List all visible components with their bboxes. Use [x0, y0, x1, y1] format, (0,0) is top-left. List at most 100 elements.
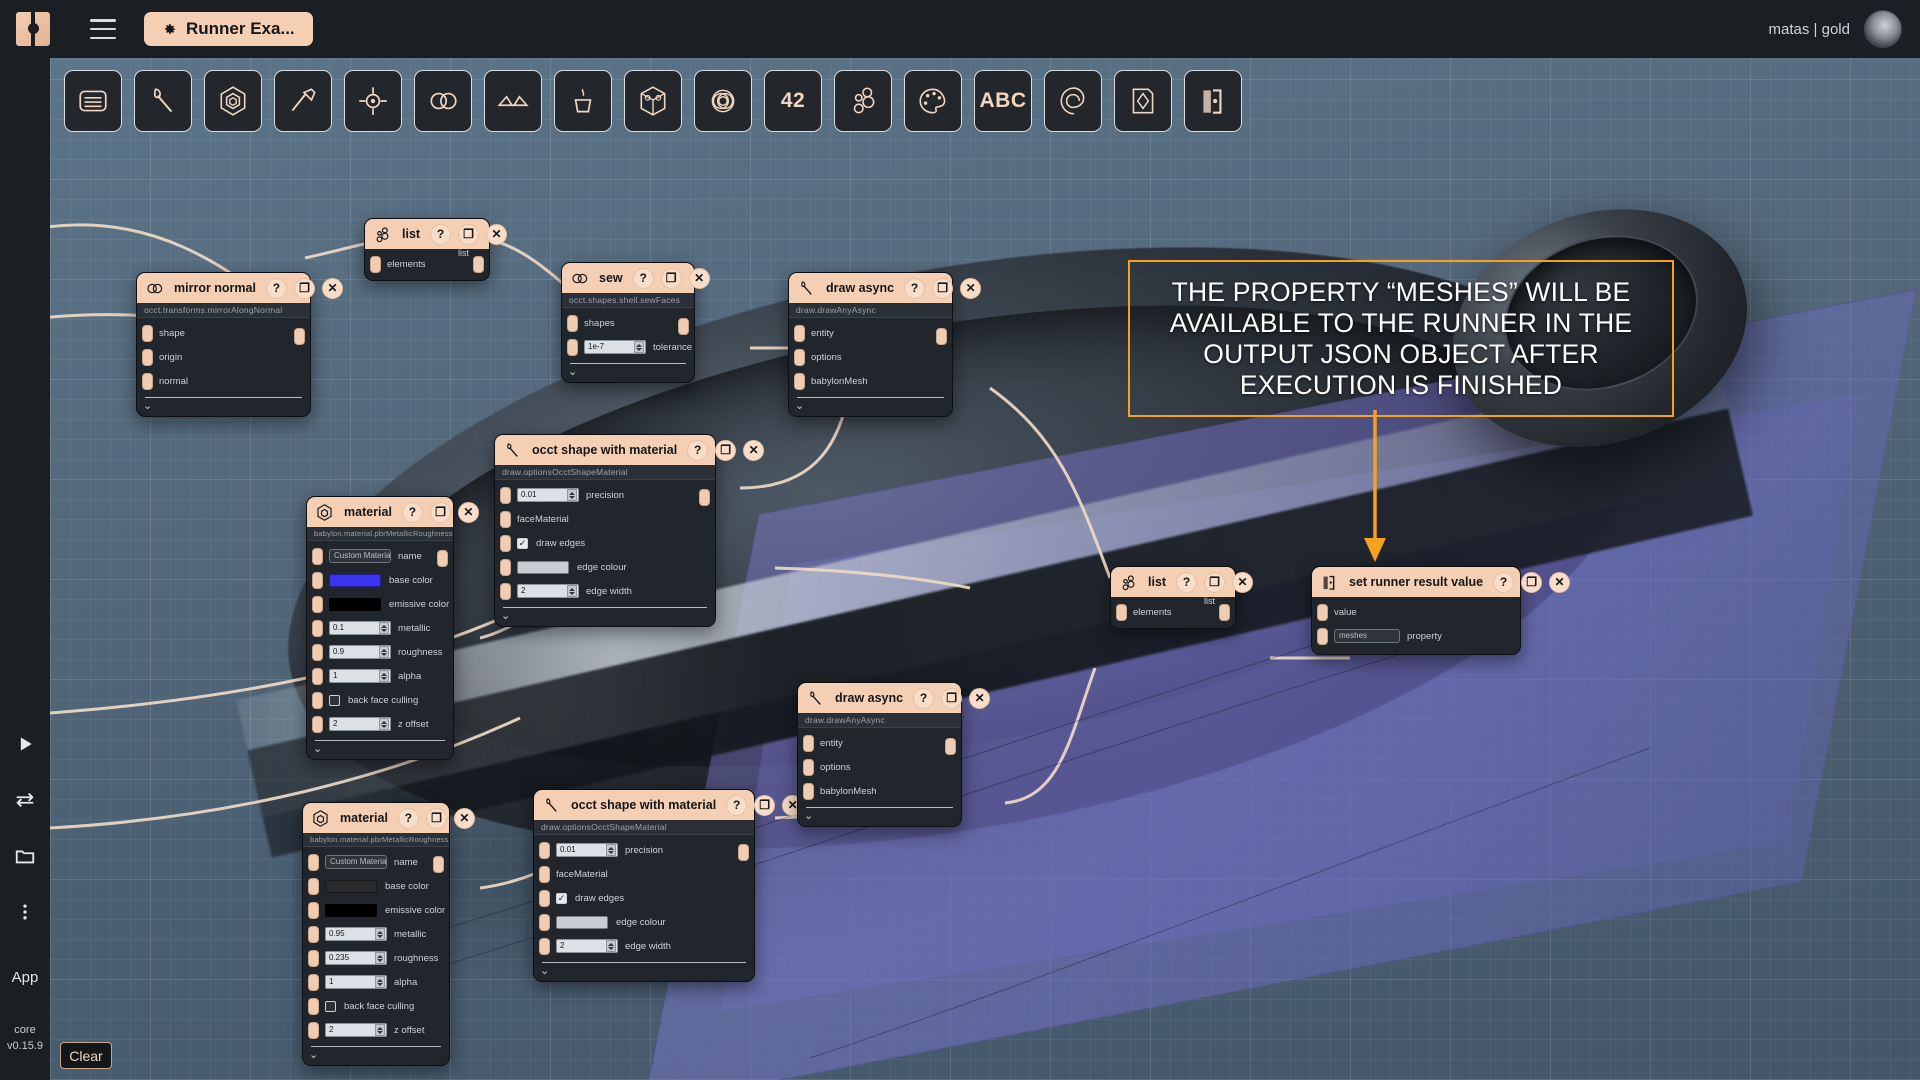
stepper[interactable] — [567, 585, 577, 597]
close-button[interactable]: ✕ — [969, 687, 991, 709]
help-button[interactable]: ? — [687, 439, 709, 461]
input-port-alpha[interactable] — [312, 667, 323, 685]
input-port-back-face-culling[interactable] — [312, 691, 323, 709]
roughness-input[interactable]: 0.235 — [325, 951, 387, 965]
input-port-edge-colour[interactable] — [500, 558, 511, 576]
close-button[interactable]: ✕ — [960, 277, 982, 299]
stepper[interactable] — [379, 646, 389, 658]
expand-chevron-icon[interactable]: ⌄ — [303, 1048, 449, 1061]
node-mirror-normal[interactable]: mirror normal ? ❐ ✕ occt.transforms.mirr… — [136, 272, 343, 417]
help-button[interactable]: ? — [632, 267, 654, 289]
input-port-edge-colour[interactable] — [539, 913, 550, 931]
input-port-entity[interactable] — [803, 734, 814, 752]
input-port-name[interactable] — [312, 547, 323, 565]
input-port-value[interactable] — [1317, 603, 1328, 621]
metallic-input[interactable]: 0.95 — [325, 927, 387, 941]
close-button[interactable]: ✕ — [743, 439, 765, 461]
name-input[interactable]: Custom Materia — [329, 549, 391, 563]
user-avatar[interactable] — [1864, 10, 1902, 48]
input-port-draw-edges[interactable] — [500, 534, 511, 552]
metallic-input[interactable]: 0.1 — [329, 621, 391, 635]
copy-button[interactable]: ❐ — [425, 807, 447, 829]
help-button[interactable]: ? — [397, 807, 419, 829]
copy-button[interactable]: ❐ — [754, 794, 776, 816]
folder-icon[interactable] — [12, 843, 38, 869]
expand-chevron-icon[interactable]: ⌄ — [798, 809, 961, 822]
bubbles-icon[interactable] — [834, 70, 892, 132]
stepper[interactable] — [375, 952, 385, 964]
bitbybit-logo[interactable] — [16, 12, 50, 46]
node-sew[interactable]: sew ? ❐ ✕ occt.shapes.shell.sewFaces sha… — [561, 262, 710, 383]
hexagon-icon[interactable] — [204, 70, 262, 132]
copy-button[interactable]: ❐ — [458, 223, 480, 245]
node-header[interactable]: list ? ❐ ✕ — [365, 219, 508, 249]
input-port-facematerial[interactable] — [500, 510, 511, 528]
copy-button[interactable]: ❐ — [293, 277, 315, 299]
input-port-tolerance[interactable] — [567, 338, 578, 356]
stepper[interactable] — [567, 489, 577, 501]
emissive-color-swatch[interactable] — [325, 903, 377, 917]
target-icon[interactable] — [344, 70, 402, 132]
abc-text-icon[interactable]: ABC — [974, 70, 1032, 132]
input-port-z-offset[interactable] — [308, 1021, 319, 1039]
alpha-input[interactable]: 1 — [329, 669, 391, 683]
node-occt-shape-with-material-bottom[interactable]: occt shape with material ? ❐ ✕ draw.opti… — [533, 789, 804, 982]
input-port-z-offset[interactable] — [312, 715, 323, 733]
coffee-icon[interactable] — [554, 70, 612, 132]
clear-button[interactable]: Clear — [60, 1042, 112, 1069]
node-header[interactable]: occt shape with material ? ❐ ✕ — [495, 435, 765, 465]
input-port-precision[interactable] — [539, 841, 550, 859]
copy-button[interactable]: ❐ — [429, 501, 451, 523]
lines-icon[interactable] — [64, 70, 122, 132]
node-header[interactable]: list ? ❐ ✕ — [1111, 567, 1254, 597]
copy-button[interactable]: ❐ — [715, 439, 737, 461]
alpha-input[interactable]: 1 — [325, 975, 387, 989]
arrow-pen-icon[interactable] — [274, 70, 332, 132]
input-port-options[interactable] — [794, 348, 805, 366]
input-port-babylonmesh[interactable] — [794, 372, 805, 390]
gem-icon[interactable] — [1114, 70, 1172, 132]
stepper[interactable] — [379, 670, 389, 682]
stepper[interactable] — [375, 1024, 385, 1036]
name-input[interactable]: Custom Materia — [325, 855, 387, 869]
input-port-entity[interactable] — [794, 324, 805, 342]
input-port-options[interactable] — [803, 758, 814, 776]
user-area[interactable]: matas | gold — [1769, 10, 1902, 48]
edge-colour-swatch[interactable] — [556, 915, 608, 929]
input-port-normal[interactable] — [142, 372, 153, 390]
input-port-facematerial[interactable] — [539, 865, 550, 883]
z-offset-input[interactable]: 2 — [325, 1023, 387, 1037]
infinity-icon[interactable] — [414, 70, 472, 132]
input-port-shapes[interactable] — [567, 314, 578, 332]
palette-icon[interactable] — [904, 70, 962, 132]
edge-width-input[interactable]: 2 — [517, 584, 579, 598]
help-button[interactable]: ? — [904, 277, 926, 299]
stepper[interactable] — [634, 341, 644, 353]
input-port-metallic[interactable] — [312, 619, 323, 637]
play-icon[interactable] — [12, 731, 38, 757]
input-port-draw-edges[interactable] — [539, 889, 550, 907]
roughness-input[interactable]: 0.9 — [329, 645, 391, 659]
precision-input[interactable]: 0.01 — [556, 843, 618, 857]
swap-arrows-icon[interactable] — [12, 787, 38, 813]
stepper[interactable] — [606, 844, 616, 856]
node-material-top[interactable]: material ? ❐ ✕ babylon.material.pbrMetal… — [306, 496, 479, 760]
cube-icon[interactable] — [624, 70, 682, 132]
stepper[interactable] — [375, 928, 385, 940]
input-port-shape[interactable] — [142, 324, 153, 342]
expand-chevron-icon[interactable]: ⌄ — [534, 964, 754, 977]
input-port-property[interactable] — [1317, 627, 1328, 645]
tolerance-input[interactable]: 1e-7 — [584, 340, 646, 354]
help-button[interactable]: ? — [726, 794, 748, 816]
help-button[interactable]: ? — [430, 223, 452, 245]
spiral-icon[interactable] — [1044, 70, 1102, 132]
close-button[interactable]: ✕ — [486, 223, 508, 245]
node-occt-shape-with-material-top[interactable]: occt shape with material ? ❐ ✕ draw.opti… — [494, 434, 765, 627]
node-header[interactable]: sew ? ❐ ✕ — [562, 263, 710, 293]
input-port-metallic[interactable] — [308, 925, 319, 943]
input-port-edge-width[interactable] — [500, 582, 511, 600]
node-list-top[interactable]: list ? ❐ ✕ list elements — [364, 218, 508, 281]
stepper[interactable] — [379, 622, 389, 634]
input-port-elements[interactable] — [1116, 603, 1127, 621]
node-list-right[interactable]: list ? ❐ ✕ list elements — [1110, 566, 1254, 629]
